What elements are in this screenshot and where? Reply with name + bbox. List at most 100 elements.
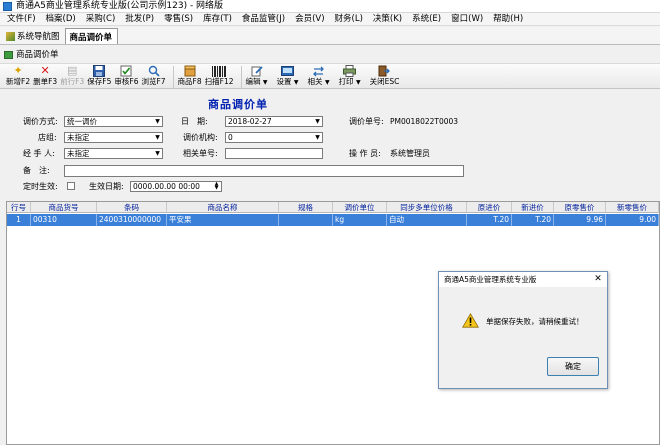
print-button-label: 打印 ▼	[338, 77, 361, 86]
printer-icon	[343, 65, 357, 77]
table-cell[interactable]: 00310	[31, 214, 97, 226]
scheduled-label: 定时生效:	[23, 182, 58, 191]
settings-icon	[281, 65, 295, 77]
handler-value: 未指定	[67, 149, 90, 158]
table-cell[interactable]: 2400310000000	[97, 214, 167, 226]
handler-select[interactable]: 未指定 ▼	[64, 148, 163, 159]
new-button[interactable]: ✦ 新增F2	[6, 64, 30, 87]
table-cell[interactable]: kg	[333, 214, 387, 226]
ok-button[interactable]: 确定	[547, 357, 599, 376]
menu-wholesale[interactable]: 批发(P)	[120, 13, 159, 26]
save-button[interactable]: 保存F5	[87, 64, 111, 87]
page-title: 商品调价单	[208, 98, 268, 111]
window-title: 商通A5商业管理系统专业版(公司示例123) - 网络版	[16, 1, 224, 11]
effective-date-input[interactable]: 0000.00.00 00:00 ▲ ▼	[130, 181, 222, 192]
tab-label: 商品调价单	[69, 32, 113, 43]
refno-label: 相关单号:	[183, 149, 218, 158]
table-row[interactable]: 1 00310 2400310000000 平安果 kg 自动 T.20 T.2…	[7, 214, 659, 226]
toolbar: ✦ 新增F2 ✕ 删单F3 ▤ 前行F3 保存F5 审核F6 浏览F7 商品F8	[0, 63, 660, 89]
menu-retail[interactable]: 零售(S)	[159, 13, 198, 26]
related-button[interactable]: 相关 ▼	[308, 64, 330, 88]
method-select[interactable]: 统一调价 ▼	[64, 116, 163, 127]
table-cell[interactable]: 自动	[387, 214, 467, 226]
menu-archive[interactable]: 档案(D)	[41, 13, 81, 26]
tab-price-adjustment[interactable]: 商品调价单	[64, 28, 119, 44]
chevron-down-icon: ▼	[153, 117, 162, 126]
table-cell[interactable]: 9.96	[554, 214, 606, 226]
menu-purchase[interactable]: 采购(C)	[81, 13, 121, 26]
navigation-icon	[6, 31, 15, 41]
table-cell[interactable]: 1	[7, 214, 31, 226]
column-header[interactable]: 调价单位	[333, 202, 387, 213]
column-header[interactable]: 条码	[97, 202, 167, 213]
column-header[interactable]: 规格	[279, 202, 333, 213]
prev-row-icon: ▤	[67, 64, 78, 77]
close-button-label: 关闭ESC	[369, 77, 400, 86]
audit-icon	[119, 65, 133, 77]
menu-decision[interactable]: 决策(K)	[368, 13, 407, 26]
scan-button[interactable]: 扫描F12	[205, 64, 234, 87]
table-cell[interactable]: 9.00	[606, 214, 659, 226]
menu-member[interactable]: 会员(V)	[290, 13, 329, 26]
close-button[interactable]: 关闭ESC	[369, 64, 400, 87]
menu-help[interactable]: 帮助(H)	[488, 13, 528, 26]
store-select[interactable]: 未指定 ▼	[64, 132, 163, 143]
prev-row-button-label: 前行F3	[60, 77, 85, 86]
edit-button[interactable]: 编辑 ▼	[246, 64, 268, 88]
tab-navigation-map[interactable]: 系统导航图	[2, 28, 65, 44]
close-icon[interactable]: ✕	[592, 273, 604, 285]
refno-input[interactable]	[225, 148, 323, 159]
grid-header: 行号 商品货号 条码 商品名称 规格 调价单位 同步多单位价格 原进价 新进价 …	[7, 202, 659, 213]
delete-button-label: 删单F3	[33, 77, 58, 86]
audit-button-label: 审核F6	[114, 77, 139, 86]
org-label: 调价机构:	[183, 133, 218, 142]
store-label: 店组:	[38, 133, 57, 142]
browse-button[interactable]: 浏览F7	[141, 64, 166, 87]
remark-input[interactable]	[64, 165, 464, 177]
chevron-down-icon: ▼	[153, 149, 162, 158]
spin-arrows-icon[interactable]: ▲ ▼	[212, 182, 221, 191]
column-header[interactable]: 同步多单位价格	[387, 202, 467, 213]
table-cell[interactable]: T.20	[467, 214, 512, 226]
browse-icon	[147, 65, 161, 77]
goods-button[interactable]: 商品F8	[178, 64, 202, 87]
dialog-title: 商通A5商业管理系统专业版	[439, 272, 607, 287]
column-header[interactable]: 行号	[7, 202, 31, 213]
method-value: 统一调价	[67, 117, 97, 126]
scan-button-label: 扫描F12	[204, 77, 234, 86]
table-cell[interactable]: 平安果	[167, 214, 279, 226]
docno-label: 调价单号:	[349, 117, 384, 126]
related-button-label: 相关 ▼	[307, 77, 330, 86]
date-picker[interactable]: 2018-02-27 ▼	[225, 116, 323, 127]
prev-row-button[interactable]: ▤ 前行F3	[60, 64, 84, 87]
delete-button[interactable]: ✕ 删单F3	[33, 64, 57, 87]
chevron-down-icon: ▼	[153, 133, 162, 142]
column-header[interactable]: 原进价	[467, 202, 512, 213]
column-header[interactable]: 原零售价	[554, 202, 606, 213]
menu-finance[interactable]: 财务(L)	[330, 13, 368, 26]
menu-stock[interactable]: 库存(T)	[198, 13, 237, 26]
column-header[interactable]: 新进价	[512, 202, 554, 213]
window-icon	[4, 51, 13, 59]
menu-window[interactable]: 窗口(W)	[446, 13, 488, 26]
column-header[interactable]: 新零售价	[606, 202, 659, 213]
date-value: 2018-02-27	[228, 117, 272, 126]
column-header[interactable]: 商品名称	[167, 202, 279, 213]
org-value: 0	[228, 133, 233, 142]
table-cell[interactable]	[279, 214, 333, 226]
chevron-down-icon: ▼	[313, 117, 322, 126]
menu-system[interactable]: 系统(E)	[407, 13, 446, 26]
settings-button-label: 设置 ▼	[276, 77, 299, 86]
save-button-label: 保存F5	[87, 77, 112, 86]
org-select[interactable]: 0 ▼	[225, 132, 323, 143]
menu-food-supervision[interactable]: 食品监管(J)	[237, 13, 290, 26]
dialog-message: 单据保存失败，请稍候重试！	[486, 317, 584, 326]
settings-button[interactable]: 设置 ▼	[277, 64, 299, 88]
scheduled-checkbox[interactable]	[67, 182, 75, 190]
menu-file[interactable]: 文件(F)	[2, 13, 41, 26]
audit-button[interactable]: 审核F6	[114, 64, 138, 87]
table-cell[interactable]: T.20	[512, 214, 554, 226]
print-button[interactable]: 打印 ▼	[339, 64, 361, 88]
edit-icon	[250, 65, 264, 77]
column-header[interactable]: 商品货号	[31, 202, 97, 213]
